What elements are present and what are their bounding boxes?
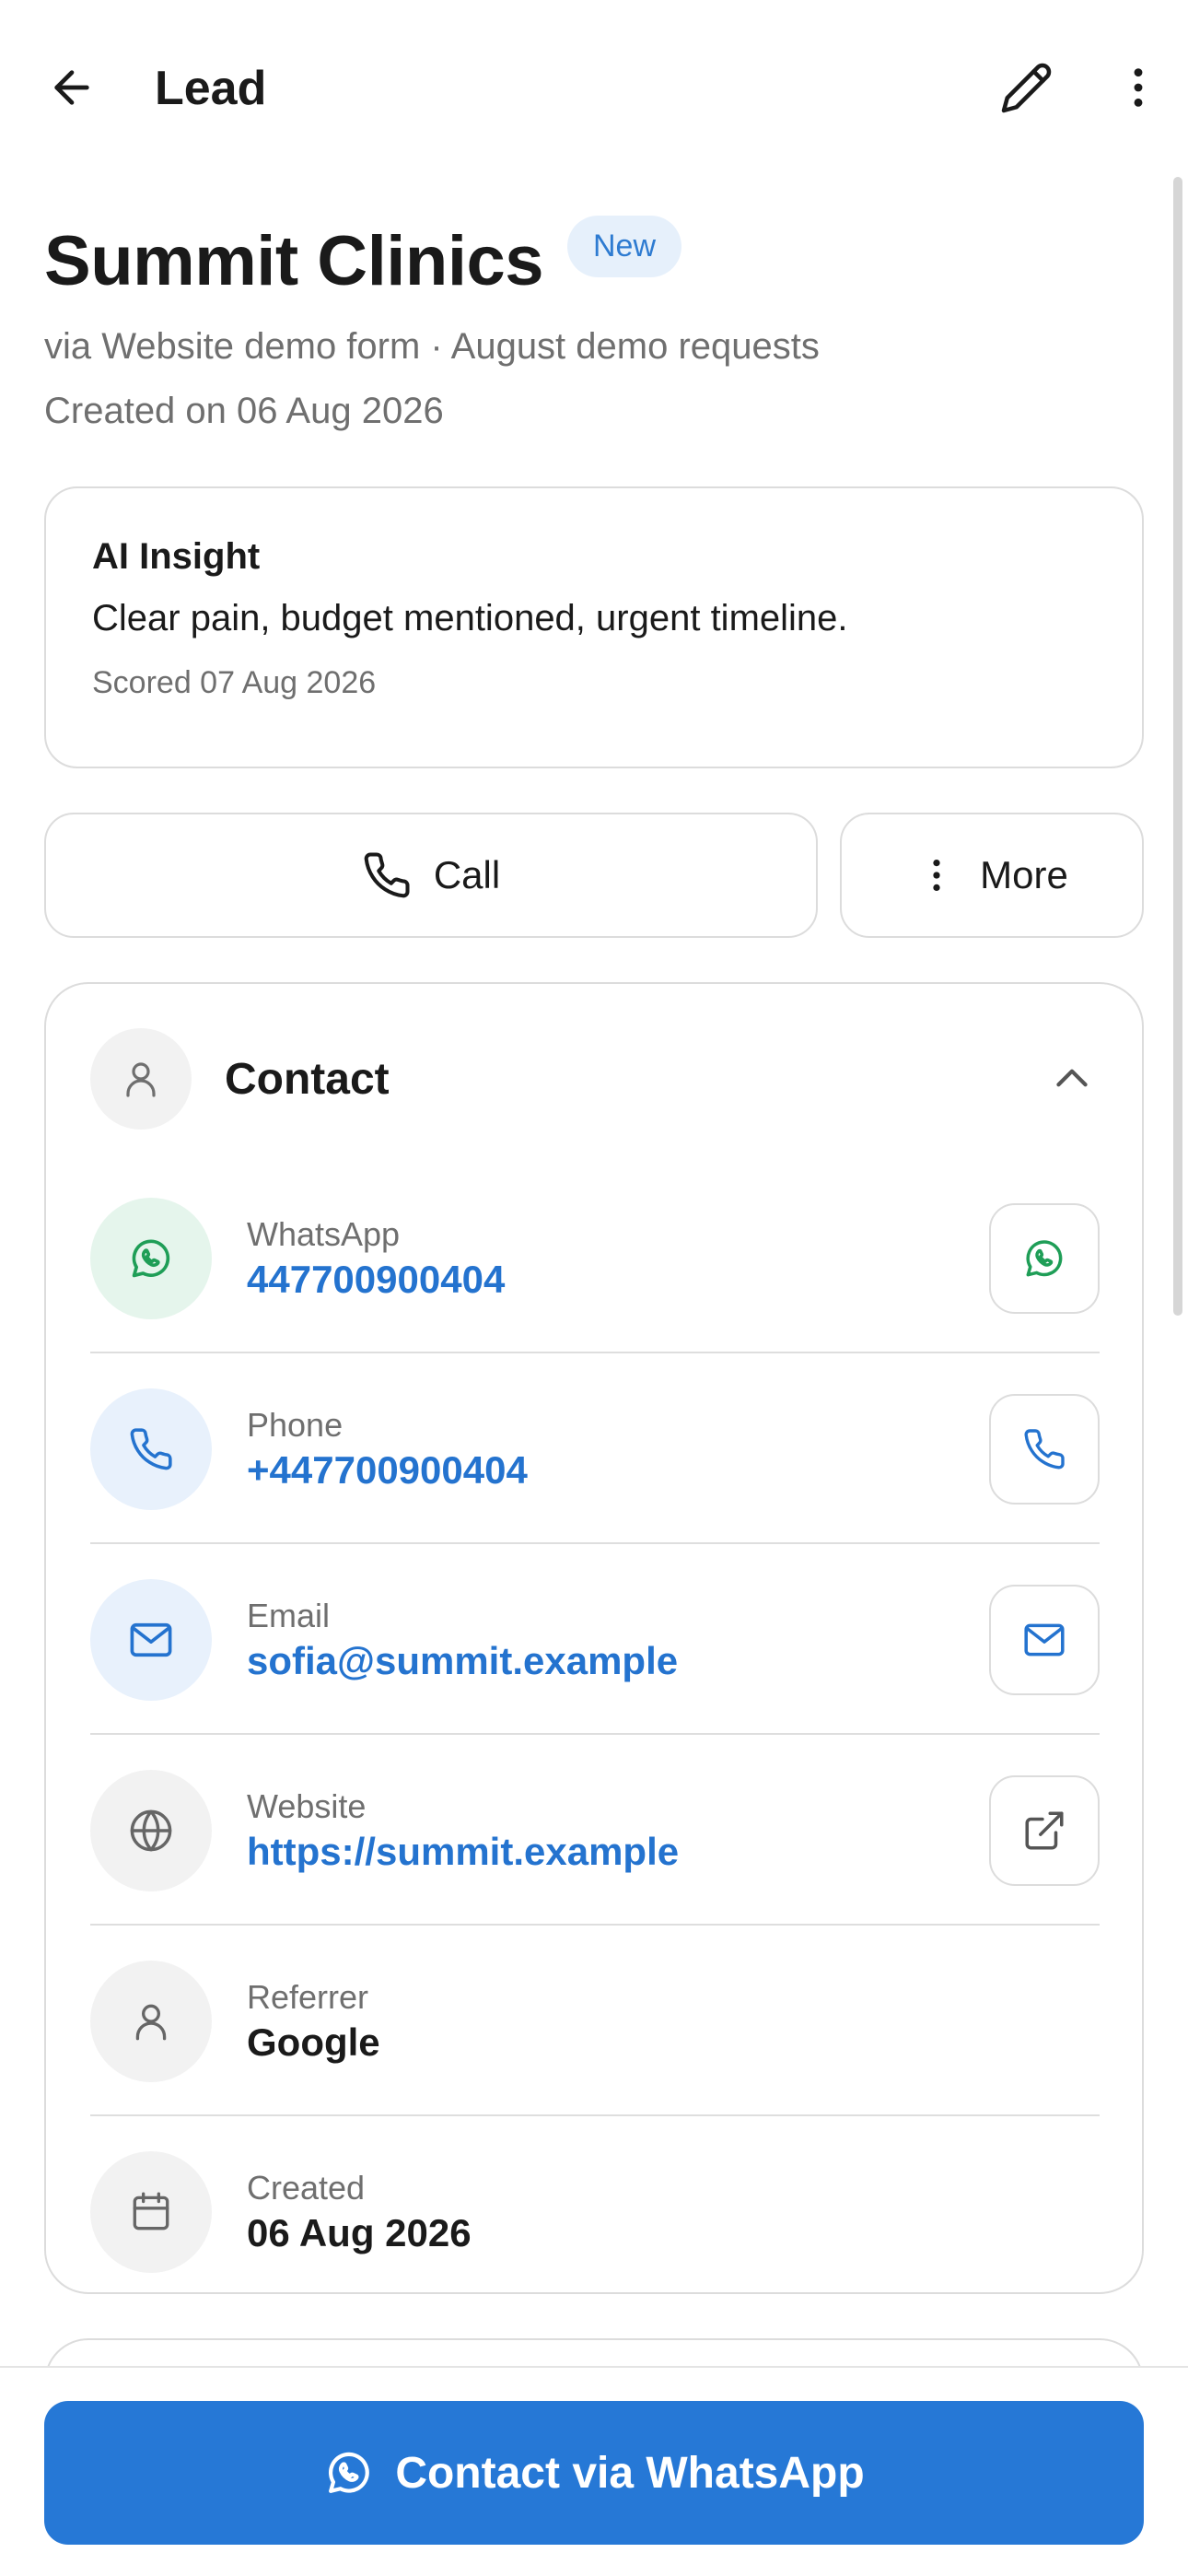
collapse-toggle[interactable]	[1044, 1051, 1100, 1107]
lead-detail-screen: Lead Summit Clinics New via Website demo…	[0, 0, 1188, 2576]
website-label: Website	[247, 1786, 367, 1825]
whatsapp-icon	[1026, 1239, 1063, 1276]
contact-row-phone: Phone +447700900404	[90, 1353, 1100, 1544]
website-text: Website https://summit.example	[247, 1787, 679, 1874]
contact-row-referrer: Referrer Google	[90, 1926, 1100, 2116]
more-button[interactable]: More	[840, 813, 1144, 938]
calendar-icon-badge	[90, 2150, 212, 2273]
phone-number-link[interactable]: +447700900404	[247, 1448, 528, 1493]
more-vertical-icon	[1134, 68, 1143, 107]
created-label: Created	[247, 2168, 366, 2207]
phone-icon	[364, 852, 410, 898]
header-title: Lead	[155, 62, 267, 115]
pencil-icon	[1001, 63, 1052, 113]
more-vertical-icon	[933, 859, 940, 892]
lead-created-date: Created on 06 Aug 2026	[44, 391, 444, 431]
created-value: 06 Aug 2026	[247, 2210, 472, 2254]
cta-label: Contact via WhatsApp	[395, 2448, 865, 2498]
status-badge: New	[567, 216, 682, 277]
contact-via-whatsapp-button[interactable]: Contact via WhatsApp	[44, 2401, 1144, 2545]
insight-scored-date: Scored 07 Aug 2026	[92, 665, 377, 700]
contact-row-whatsapp: WhatsApp 447700900404	[90, 1163, 1100, 1353]
referrer-value: Google	[247, 2020, 380, 2064]
phone-action-button[interactable]	[989, 1393, 1100, 1505]
contact-row-website: Website https://summit.example	[90, 1735, 1100, 1926]
website-link[interactable]: https://summit.example	[247, 1830, 679, 1874]
whatsapp-action-button[interactable]	[989, 1202, 1100, 1314]
referrer-label: Referrer	[247, 1977, 369, 2016]
lead-title-row: Summit Clinics New	[44, 216, 682, 301]
whatsapp-icon	[329, 2452, 370, 2493]
email-action-button[interactable]	[989, 1584, 1100, 1695]
phone-text: Phone +447700900404	[247, 1406, 528, 1493]
overflow-menu-button[interactable]	[1101, 51, 1175, 124]
contact-section-header[interactable]: Contact	[90, 1028, 1100, 1130]
whatsapp-number-link[interactable]: 447700900404	[247, 1258, 505, 1302]
insight-title: AI Insight	[92, 536, 261, 577]
scrollbar[interactable]	[1173, 177, 1182, 1316]
back-button[interactable]	[35, 51, 109, 124]
external-link-icon	[1025, 1810, 1064, 1850]
phone-icon-badge	[90, 1388, 212, 1510]
more-button-label: More	[980, 853, 1068, 896]
open-website-button[interactable]	[989, 1774, 1100, 1886]
contact-card: Contact WhatsApp 447700900404 Phone +447…	[44, 982, 1144, 2294]
mail-icon	[1024, 1623, 1065, 1656]
phone-label: Phone	[247, 1405, 344, 1444]
call-button-label: Call	[433, 853, 501, 896]
person-icon-badge	[90, 1960, 212, 2082]
call-button[interactable]: Call	[44, 813, 818, 938]
bottom-action-bar: Contact via WhatsApp	[0, 2366, 1188, 2576]
contact-row-email: Email sofia@summit.example	[90, 1544, 1100, 1735]
phone-icon	[1024, 1428, 1065, 1469]
top-app-bar: Lead	[0, 0, 1188, 175]
calendar-icon	[133, 2192, 169, 2230]
email-label: Email	[247, 1596, 331, 1634]
contact-avatar	[90, 1028, 192, 1130]
email-text: Email sofia@summit.example	[247, 1597, 678, 1683]
email-link[interactable]: sofia@summit.example	[247, 1639, 678, 1683]
globe-icon	[130, 1809, 172, 1851]
arrow-left-icon	[54, 70, 89, 105]
ai-insight-card: AI Insight Clear pain, budget mentioned,…	[44, 486, 1144, 768]
chevron-up-icon	[1056, 1069, 1088, 1087]
whatsapp-icon	[132, 1238, 170, 1277]
whatsapp-icon-badge	[90, 1197, 212, 1319]
person-icon	[135, 2004, 167, 2040]
contact-section-title: Contact	[225, 1054, 390, 1104]
contact-row-created: Created 06 Aug 2026	[90, 2116, 1100, 2307]
referrer-text: Referrer Google	[247, 1978, 380, 2065]
whatsapp-label: WhatsApp	[247, 1214, 401, 1253]
edit-button[interactable]	[990, 51, 1064, 124]
mail-icon-badge	[90, 1578, 212, 1701]
whatsapp-text: WhatsApp 447700900404	[247, 1215, 505, 1302]
insight-text: Clear pain, budget mentioned, urgent tim…	[92, 598, 848, 638]
lead-source: via Website demo form · August demo requ…	[44, 326, 820, 367]
created-text: Created 06 Aug 2026	[247, 2169, 472, 2255]
globe-icon-badge	[90, 1769, 212, 1891]
lead-name: Summit Clinics	[44, 222, 544, 300]
phone-icon	[130, 1427, 172, 1469]
mail-icon	[130, 1622, 172, 1657]
person-icon	[126, 1062, 156, 1097]
